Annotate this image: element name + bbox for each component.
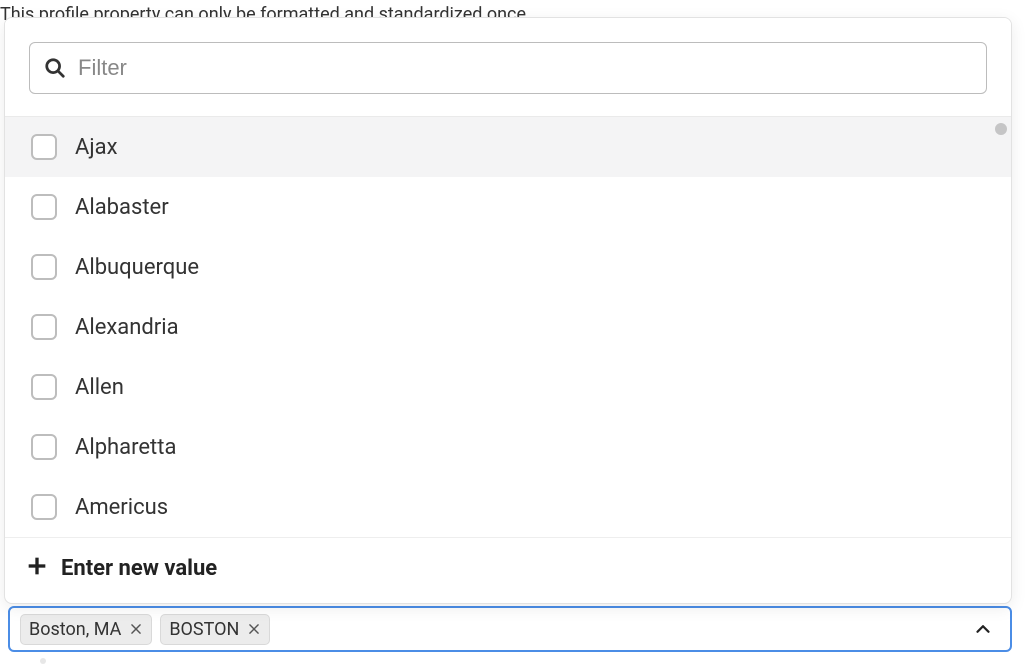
search-icon — [44, 57, 66, 79]
filter-input-wrapper[interactable] — [29, 42, 987, 94]
option-row[interactable]: Allen — [5, 357, 1011, 417]
selected-tag: Boston, MA — [20, 614, 152, 645]
checkbox[interactable] — [31, 434, 57, 460]
enter-new-value-button[interactable]: Enter new value — [5, 537, 1011, 603]
close-icon[interactable] — [247, 622, 261, 636]
option-row[interactable]: Alabaster — [5, 177, 1011, 237]
option-row[interactable]: Alpharetta — [5, 417, 1011, 477]
checkbox[interactable] — [31, 314, 57, 340]
checkbox[interactable] — [31, 374, 57, 400]
option-label: Allen — [75, 375, 124, 400]
decorative-dot — [40, 658, 46, 664]
plus-icon — [27, 556, 47, 581]
checkbox[interactable] — [31, 494, 57, 520]
checkbox[interactable] — [31, 134, 57, 160]
multiselect-field[interactable]: Boston, MA BOSTON — [8, 606, 1012, 652]
option-label: Alabaster — [75, 195, 169, 220]
tag-label: BOSTON — [169, 619, 239, 640]
option-label: Albuquerque — [75, 255, 199, 280]
filter-section — [5, 18, 1011, 116]
selected-tag: BOSTON — [160, 614, 270, 645]
filter-input[interactable] — [78, 55, 972, 81]
option-label: Alpharetta — [75, 435, 176, 460]
tag-label: Boston, MA — [29, 619, 121, 640]
scrollbar-thumb[interactable] — [995, 123, 1007, 135]
option-label: Ajax — [75, 135, 118, 160]
chevron-up-icon[interactable] — [972, 618, 994, 640]
checkbox[interactable] — [31, 194, 57, 220]
option-label: Americus — [75, 495, 168, 520]
option-label: Alexandria — [75, 315, 179, 340]
option-row[interactable]: Americus — [5, 477, 1011, 537]
options-list: Ajax Alabaster Albuquerque Alexandria Allen A… — [5, 116, 1011, 537]
enter-new-value-label: Enter new value — [61, 556, 217, 581]
dropdown-panel: Ajax Alabaster Albuquerque Alexandria Allen A… — [4, 17, 1012, 604]
close-icon[interactable] — [129, 622, 143, 636]
option-row[interactable]: Alexandria — [5, 297, 1011, 357]
checkbox[interactable] — [31, 254, 57, 280]
option-row[interactable]: Albuquerque — [5, 237, 1011, 297]
option-row[interactable]: Ajax — [5, 117, 1011, 177]
